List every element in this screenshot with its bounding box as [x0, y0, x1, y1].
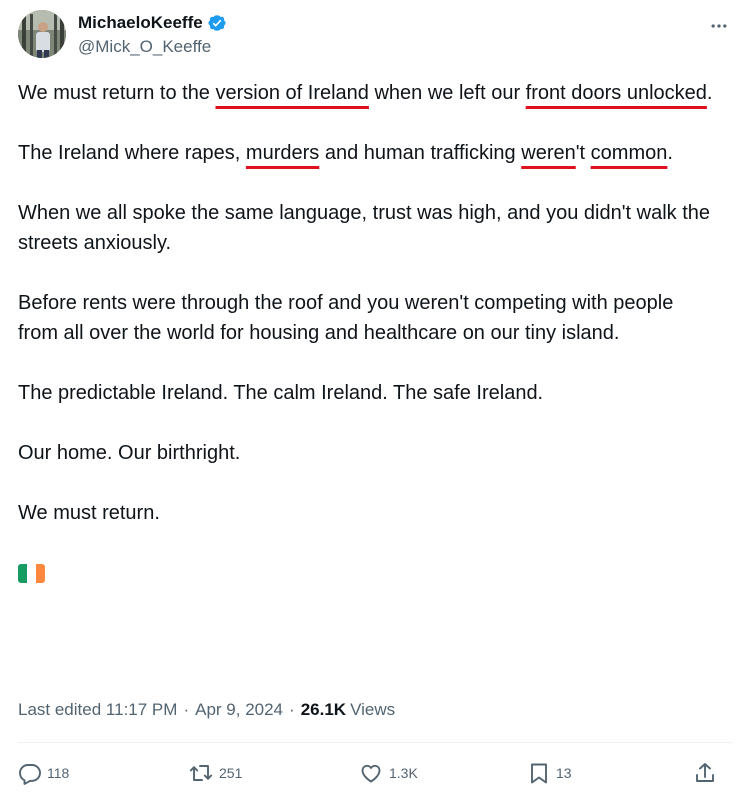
- views-label: Views: [350, 700, 396, 719]
- edited-label[interactable]: Last edited: [18, 700, 101, 720]
- tweet-text-segment: .: [667, 142, 673, 164]
- share-button[interactable]: [693, 757, 717, 789]
- tweet-text-segment: When we all spoke the same language, tru…: [18, 202, 711, 254]
- tweet-paragraph: The Ireland where rapes, murders and hum…: [18, 138, 718, 168]
- tweet-text-segment: The Ireland where rapes,: [18, 142, 246, 164]
- repost-icon: [188, 761, 214, 785]
- tweet-text-segment: 't: [575, 142, 591, 164]
- bookmark-count: 13: [556, 765, 572, 781]
- reply-icon: [18, 761, 42, 785]
- red-underline-annotation: version of Ireland: [215, 82, 369, 104]
- tweet-text-segment: Our home. Our birthright.: [18, 442, 241, 464]
- tweet-text-segment: The predictable Ireland. The calm Irelan…: [18, 382, 544, 404]
- avatar[interactable]: [18, 10, 66, 58]
- red-underline-annotation: front doors unlocked: [525, 82, 707, 104]
- red-underline-annotation: weren: [521, 142, 576, 164]
- tweet-text-segment: We must return.: [18, 502, 160, 524]
- separator-dot: ·: [289, 700, 295, 719]
- verified-badge-icon[interactable]: [207, 13, 227, 33]
- action-bar: 118 251 1.3K 13: [18, 757, 733, 789]
- handle[interactable]: @Mick_O_Keeffe: [78, 37, 227, 57]
- like-button[interactable]: 1.3K: [358, 757, 418, 789]
- ireland-flag-icon: [18, 564, 45, 583]
- flag-stripe: [36, 564, 45, 583]
- more-options-icon[interactable]: [705, 12, 733, 40]
- heart-icon: [358, 761, 384, 785]
- tweet-text-segment: We must return to the: [18, 82, 216, 104]
- tweet-text: We must return to the version of Ireland…: [18, 78, 718, 592]
- reply-button[interactable]: 118: [18, 757, 69, 789]
- tweet-text-segment: and human trafficking: [319, 142, 522, 164]
- bookmark-icon: [527, 761, 551, 785]
- like-count: 1.3K: [389, 765, 418, 781]
- post-date[interactable]: Apr 9, 2024: [195, 700, 283, 720]
- tweet-paragraph: We must return to the version of Ireland…: [18, 78, 718, 108]
- tweet-paragraph: The predictable Ireland. The calm Irelan…: [18, 378, 718, 408]
- tweet-paragraph: When we all spoke the same language, tru…: [18, 198, 718, 258]
- repost-count: 251: [219, 765, 243, 781]
- bookmark-button[interactable]: 13: [527, 757, 572, 789]
- tweet-text-segment: .: [706, 82, 713, 104]
- tweet-text-segment: when we left our: [368, 82, 526, 104]
- flag-stripe: [27, 564, 36, 583]
- divider: [18, 742, 733, 743]
- tweet-paragraph: Before rents were through the roof and y…: [18, 288, 718, 348]
- red-underline-annotation: murders: [245, 142, 320, 164]
- tweet-paragraph: We must return.: [18, 498, 718, 528]
- tweet-metadata: Last edited 11:17 PM · Apr 9, 2024 · 26.…: [18, 700, 395, 720]
- repost-button[interactable]: 251: [188, 757, 242, 789]
- red-underline-annotation: common: [590, 142, 668, 164]
- share-icon: [693, 761, 717, 785]
- flag-stripe: [18, 564, 27, 583]
- reply-count: 118: [47, 765, 70, 781]
- display-name[interactable]: MichaeloKeeffe: [78, 13, 203, 33]
- separator-dot: ·: [183, 700, 190, 719]
- views-count: 26.1K: [300, 700, 347, 719]
- tweet-text-segment: Before rents were through the roof and y…: [18, 292, 674, 344]
- tweet-paragraph: Our home. Our birthright.: [18, 438, 718, 468]
- tweet-header: MichaeloKeeffe @Mick_O_Keeffe: [18, 10, 733, 62]
- post-time[interactable]: 11:17 PM: [106, 700, 178, 720]
